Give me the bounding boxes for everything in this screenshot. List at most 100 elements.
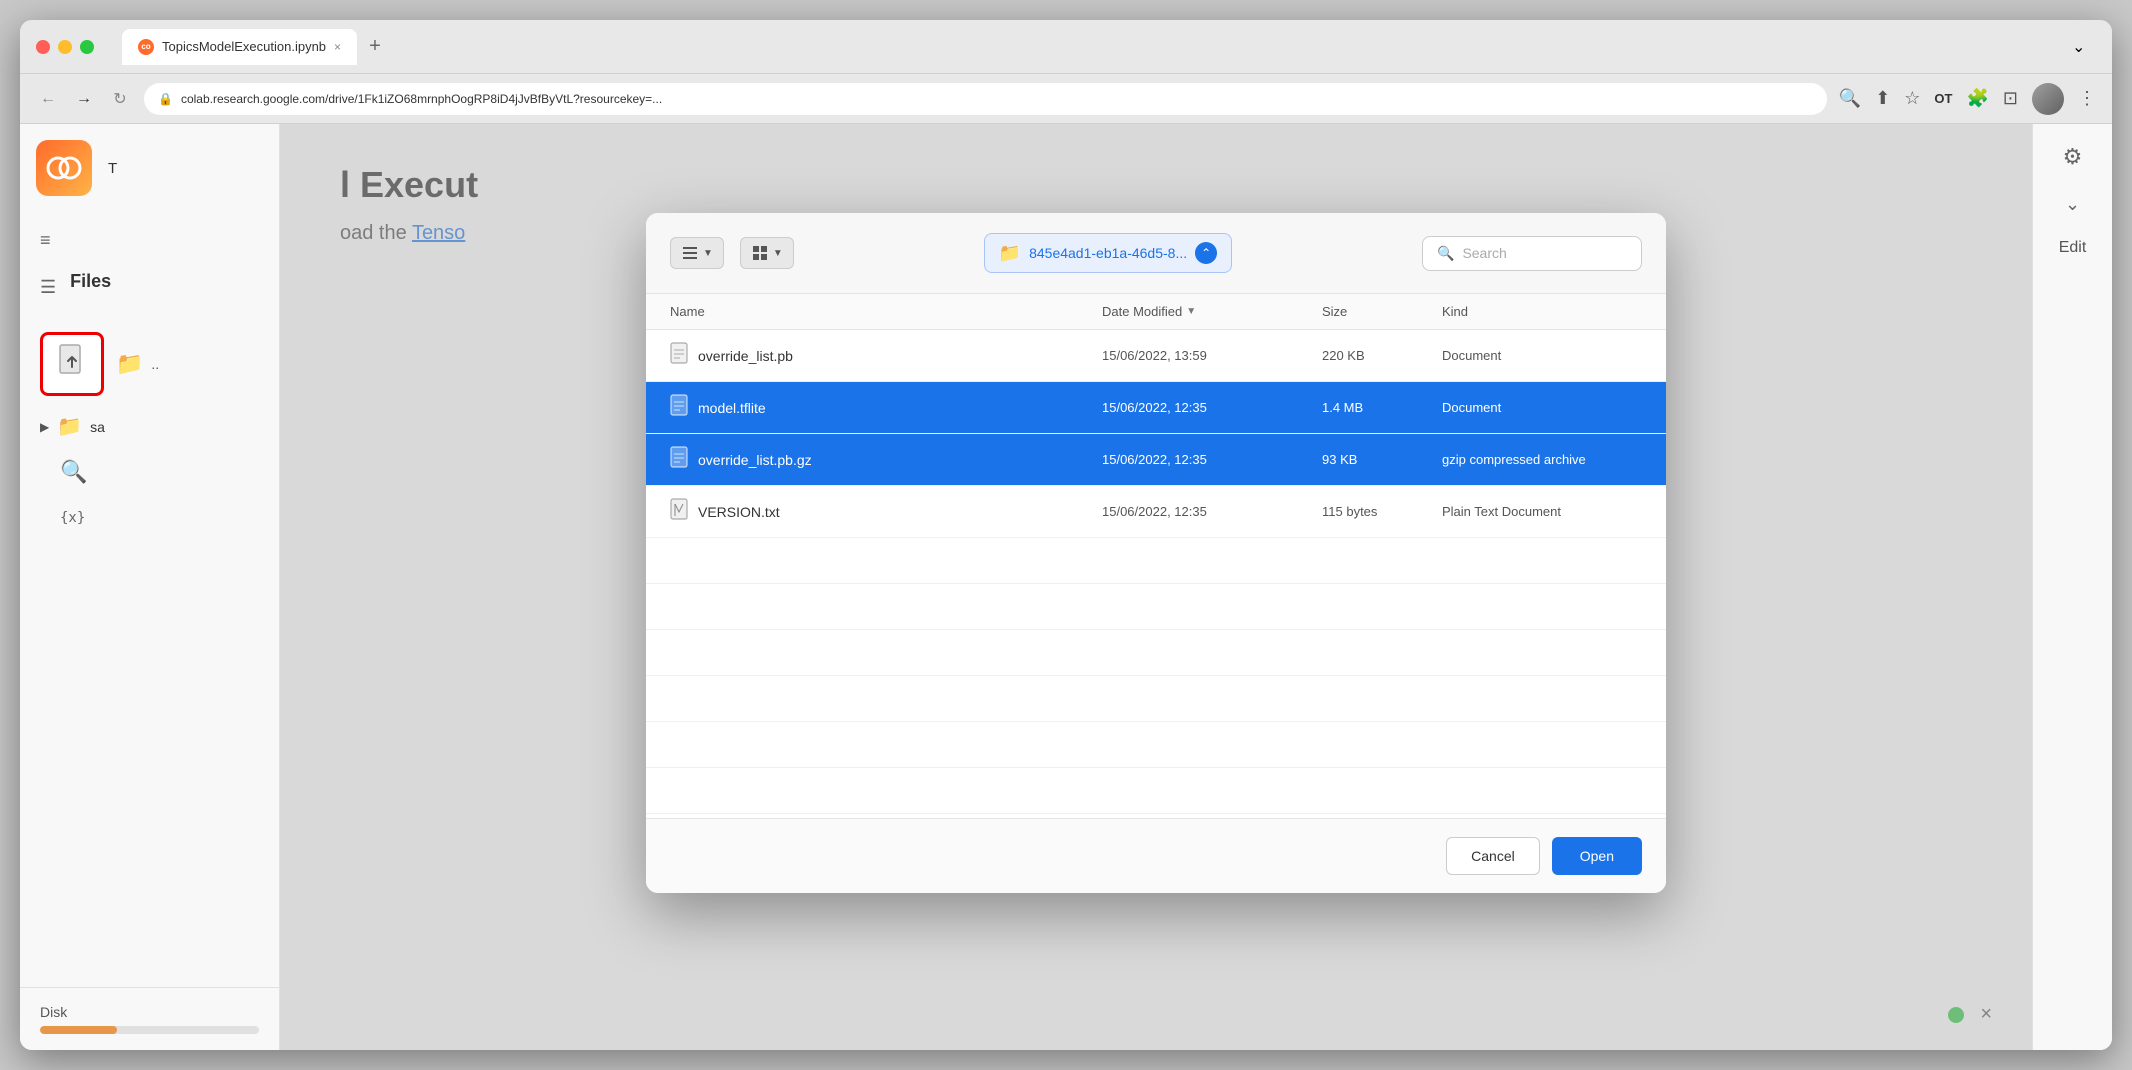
path-pill[interactable]: 📁 845e4ad1-eb1a-46d5-8... ⌃ xyxy=(984,233,1232,273)
upload-button[interactable] xyxy=(40,332,104,396)
forward-button[interactable]: → xyxy=(72,90,96,108)
path-chevron-button[interactable]: ⌃ xyxy=(1195,242,1217,264)
address-bar: ← → ↻ 🔒 colab.research.google.com/drive/… xyxy=(20,74,2112,124)
file-name-text: model.tflite xyxy=(698,400,766,416)
disk-section: Disk xyxy=(20,987,279,1050)
hamburger-icon: ≡ xyxy=(40,230,51,251)
col-date[interactable]: Date Modified ▼ xyxy=(1102,304,1322,319)
new-tab-button[interactable]: + xyxy=(365,35,385,58)
cancel-button[interactable]: Cancel xyxy=(1446,837,1540,875)
chevron-down-icon: ⌄ xyxy=(2072,37,2096,57)
disk-fill xyxy=(40,1026,117,1034)
dialog-toolbar: ▼ ▼ 📁 845e4ad1- xyxy=(646,213,1666,294)
file-list-header: Name Date Modified ▼ Size Kind xyxy=(646,294,1666,330)
folder-upload-icon: 📁 xyxy=(116,351,143,377)
file-row[interactable]: override_list.pb 15/06/2022, 13:59 220 K… xyxy=(646,330,1666,382)
file-picker-dialog: ▼ ▼ 📁 845e4ad1- xyxy=(646,213,1666,893)
refresh-button[interactable]: ↻ xyxy=(108,89,132,109)
sidebar-item-menu[interactable]: ≡ xyxy=(20,220,279,261)
user-avatar[interactable] xyxy=(2032,83,2064,115)
colab-title-text: T xyxy=(108,160,117,177)
folder-tree-item[interactable]: ▶ 📁 sa xyxy=(20,406,279,447)
path-text: 845e4ad1-eb1a-46d5-8... xyxy=(1029,245,1187,261)
file-kind: Document xyxy=(1442,400,1642,415)
file-date: 15/06/2022, 13:59 xyxy=(1102,348,1322,363)
disk-label: Disk xyxy=(40,1004,259,1020)
menu-icon[interactable]: ⋮ xyxy=(2078,88,2096,109)
col-kind: Kind xyxy=(1442,304,1642,319)
list-view-button[interactable]: ▼ xyxy=(670,237,724,269)
file-name-text: override_list.pb.gz xyxy=(698,452,812,468)
file-kind: Plain Text Document xyxy=(1442,504,1642,519)
edit-button[interactable]: Edit xyxy=(2059,239,2087,257)
search-sidebar-item[interactable]: 🔍 xyxy=(20,447,279,497)
sidebar-item-files[interactable]: ☰ Files xyxy=(20,261,279,314)
col-name: Name xyxy=(670,304,1102,319)
profile-initials: OT xyxy=(1934,91,1952,106)
upload-drive-button[interactable]: 📁 .. xyxy=(116,351,159,377)
tab-bar: co TopicsModelExecution.ipynb × + xyxy=(122,29,2060,65)
path-bar: 📁 845e4ad1-eb1a-46d5-8... ⌃ xyxy=(810,233,1406,273)
tab-close-button[interactable]: × xyxy=(334,40,341,54)
list-view-chevron: ▼ xyxy=(703,248,713,259)
file-name-cell: override_list.pb.gz xyxy=(670,446,1102,473)
file-date: 15/06/2022, 12:35 xyxy=(1102,452,1322,467)
lock-icon: 🔒 xyxy=(158,92,173,106)
folder-icon: 📁 xyxy=(57,414,82,439)
file-size: 1.4 MB xyxy=(1322,400,1442,415)
browser-window: co TopicsModelExecution.ipynb × + ⌄ ← → … xyxy=(20,20,2112,1050)
bookmark-icon[interactable]: ☆ xyxy=(1904,88,1920,109)
empty-row xyxy=(646,584,1666,630)
folder-name: sa xyxy=(90,419,105,435)
chevron-right-icon[interactable]: ⌄ xyxy=(2065,194,2080,215)
file-row[interactable]: override_list.pb.gz 15/06/2022, 12:35 93… xyxy=(646,434,1666,486)
active-tab[interactable]: co TopicsModelExecution.ipynb × xyxy=(122,29,357,65)
content-area: T ≡ ☰ Files xyxy=(20,124,2112,1050)
path-folder-icon: 📁 xyxy=(999,243,1021,264)
file-row[interactable]: VERSION.txt 15/06/2022, 12:35 115 bytes … xyxy=(646,486,1666,538)
file-date: 15/06/2022, 12:35 xyxy=(1102,400,1322,415)
file-kind: gzip compressed archive xyxy=(1442,452,1642,467)
share-icon[interactable]: ⬆ xyxy=(1875,88,1890,109)
grid-view-button[interactable]: ▼ xyxy=(740,237,794,269)
search-bar[interactable]: 🔍 xyxy=(1422,236,1642,271)
file-icon xyxy=(670,498,688,525)
file-list: override_list.pb 15/06/2022, 13:59 220 K… xyxy=(646,330,1666,818)
file-name-cell: model.tflite xyxy=(670,394,1102,421)
maximize-window-button[interactable] xyxy=(80,40,94,54)
extensions-icon[interactable]: 🧩 xyxy=(1966,88,1988,109)
url-text: colab.research.google.com/drive/1Fk1iZO6… xyxy=(181,92,662,106)
search-icon: 🔍 xyxy=(1437,245,1454,262)
sidebar-menu: ≡ ☰ Files xyxy=(20,212,279,322)
open-button[interactable]: Open xyxy=(1552,837,1642,875)
title-bar: co TopicsModelExecution.ipynb × + ⌄ xyxy=(20,20,2112,74)
colab-header: T xyxy=(20,124,279,212)
file-row[interactable]: model.tflite 15/06/2022, 12:35 1.4 MB Do… xyxy=(646,382,1666,434)
file-kind: Document xyxy=(1442,348,1642,363)
search-sidebar-icon: 🔍 xyxy=(40,449,107,494)
minimize-window-button[interactable] xyxy=(58,40,72,54)
list-view-icon xyxy=(681,244,699,262)
empty-row xyxy=(646,538,1666,584)
url-bar[interactable]: 🔒 colab.research.google.com/drive/1Fk1iZ… xyxy=(144,83,1827,115)
variables-sidebar-item[interactable]: {x} xyxy=(20,497,279,539)
upload-icon xyxy=(56,343,88,386)
file-name-cell: override_list.pb xyxy=(670,342,1102,369)
path-chevron-icon: ⌃ xyxy=(1201,246,1211,260)
dialog-footer: Cancel Open xyxy=(646,818,1666,893)
settings-icon[interactable]: ⚙ xyxy=(2063,144,2083,170)
left-sidebar: T ≡ ☰ Files xyxy=(20,124,280,1050)
colab-logo xyxy=(36,140,92,196)
tree-expand-icon: ▶ xyxy=(40,420,49,434)
zoom-icon[interactable]: 🔍 xyxy=(1839,88,1861,109)
file-name-cell: VERSION.txt xyxy=(670,498,1102,525)
back-button[interactable]: ← xyxy=(36,90,60,108)
grid-view-chevron: ▼ xyxy=(773,248,783,259)
upload-text: .. xyxy=(151,356,159,372)
file-icon xyxy=(670,446,688,473)
close-window-button[interactable] xyxy=(36,40,50,54)
file-date: 15/06/2022, 12:35 xyxy=(1102,504,1322,519)
search-input[interactable] xyxy=(1462,245,1627,261)
file-size: 220 KB xyxy=(1322,348,1442,363)
sidebar-toggle-icon[interactable]: ⊡ xyxy=(2003,88,2018,109)
